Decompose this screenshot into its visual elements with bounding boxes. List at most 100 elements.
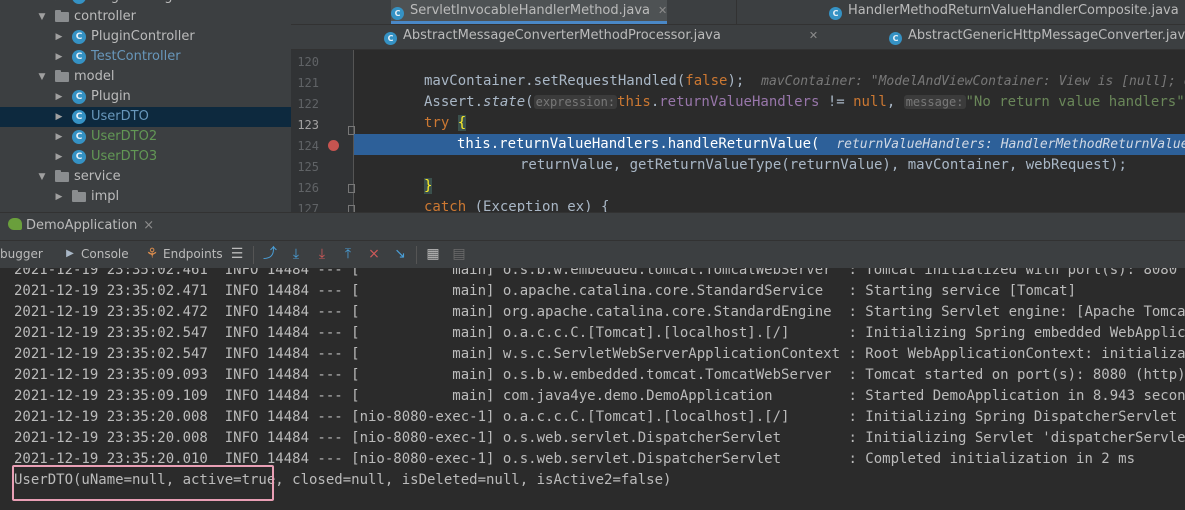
console-log-line: 2021-12-19 23:35:02.472 INFO 14484 --- [… bbox=[14, 304, 1185, 320]
class-icon: C bbox=[384, 32, 397, 45]
code-line-121[interactable]: mavContainer.setRequestHandled(false); m… bbox=[354, 71, 1185, 92]
tree-item-label: service bbox=[74, 169, 121, 184]
line-gutter: 120 121 122 123 124 125 126 127 bbox=[291, 50, 355, 212]
code-line-127[interactable]: catch (Exception ex) { bbox=[354, 197, 1185, 212]
editor-tab-row-2: C AbstractMessageConverterMethodProcessor… bbox=[291, 25, 1185, 50]
tree-item-label: Plugin bbox=[91, 89, 131, 104]
highlight-annotation-box bbox=[12, 465, 274, 501]
collapse-arrow-icon[interactable]: ▶ bbox=[54, 187, 64, 207]
folder-icon bbox=[72, 190, 86, 202]
code-line-124-execution-point[interactable]: this.returnValueHandlers.handleReturnVal… bbox=[354, 134, 1185, 155]
collapse-arrow-icon[interactable]: ▶ bbox=[54, 27, 64, 47]
collapse-arrow-icon[interactable]: ▶ bbox=[54, 107, 64, 127]
collapse-arrow-icon[interactable]: ▶ bbox=[54, 147, 64, 167]
spring-boot-icon bbox=[8, 218, 22, 230]
tree-item-label: PluginConfig bbox=[91, 0, 173, 7]
class-icon: C bbox=[72, 150, 86, 164]
tree-item-model[interactable]: ▼ model bbox=[0, 67, 291, 87]
tree-item-label: UserDTO3 bbox=[91, 149, 158, 164]
trace-icon[interactable]: ▤ bbox=[451, 246, 467, 262]
debug-toolbar: bugger ▶ Console ⚘ Endpoints ☰ ⤴ ⤓ ⤓ ⤒ ⨯… bbox=[0, 240, 1185, 270]
collapse-arrow-icon[interactable]: ▶ bbox=[54, 0, 64, 7]
console-log-line: 2021-12-19 23:35:20.008 INFO 14484 --- [… bbox=[14, 409, 1178, 425]
code-line-125[interactable]: returnValue, getReturnValueType(returnVa… bbox=[354, 155, 1185, 176]
console-tab[interactable]: Console bbox=[81, 247, 129, 261]
tree-item-label: controller bbox=[74, 9, 137, 24]
tree-item-userdto[interactable]: ▶ C UserDTO bbox=[0, 107, 291, 127]
tree-item-label: PluginController bbox=[91, 29, 195, 44]
tree-item-userdto3[interactable]: ▶ C UserDTO3 bbox=[0, 147, 291, 167]
console-log-line: 2021-12-19 23:35:02.547 INFO 14484 --- [… bbox=[14, 346, 1185, 362]
class-icon: C bbox=[889, 32, 902, 45]
folder-icon bbox=[55, 170, 69, 182]
endpoints-tab[interactable]: Endpoints bbox=[163, 247, 223, 261]
line-number: 124 bbox=[297, 139, 319, 153]
code-line-126[interactable]: } bbox=[354, 176, 1185, 197]
console-log-line: 2021-12-19 23:35:09.109 INFO 14484 --- [… bbox=[14, 388, 1185, 404]
evaluate-expression-icon[interactable]: ▦ bbox=[425, 246, 441, 262]
code-line-123[interactable]: try { bbox=[354, 113, 1185, 134]
expand-arrow-icon[interactable]: ▼ bbox=[37, 67, 47, 87]
tree-item-label: UserDTO2 bbox=[91, 129, 158, 144]
tab-abstract-message-converter-method-processor[interactable]: C AbstractMessageConverterMethodProcessor… bbox=[384, 25, 818, 49]
code-line-122[interactable]: Assert.state(expression: this.returnValue… bbox=[354, 92, 1185, 113]
breakpoint-icon[interactable] bbox=[328, 140, 339, 151]
console-log-line: 2021-12-19 23:35:02.471 INFO 14484 --- [… bbox=[14, 283, 1077, 299]
run-tool-window-header: DemoApplication × bbox=[0, 212, 1185, 241]
class-icon: C bbox=[72, 110, 86, 124]
debug-inline-value: mavContainer: "ModelAndViewContainer: Vi… bbox=[761, 74, 1185, 89]
collapse-arrow-icon[interactable]: ▶ bbox=[54, 127, 64, 147]
run-tab-demo-application[interactable]: DemoApplication × bbox=[8, 218, 154, 233]
close-run-tab-icon[interactable]: × bbox=[143, 218, 154, 233]
class-icon: C bbox=[72, 0, 86, 4]
console-log-line: 2021-12-19 23:35:09.093 INFO 14484 --- [… bbox=[14, 367, 1185, 383]
close-tab-icon[interactable]: ✕ bbox=[658, 4, 667, 17]
editor-tab-row-1: C ServletInvocableHandlerMethod.java ✕ C Ha… bbox=[291, 0, 1185, 25]
tree-item-testcontroller[interactable]: ▶ C TestController bbox=[0, 47, 291, 67]
layout-menu-icon[interactable]: ☰ bbox=[229, 246, 245, 262]
tree-item-label: TestController bbox=[91, 49, 181, 64]
expand-arrow-icon[interactable]: ▼ bbox=[37, 7, 47, 27]
tree-item-controller[interactable]: ▼ controller bbox=[0, 7, 291, 27]
class-icon: C bbox=[72, 30, 86, 44]
tab-servlet-invocable-handler-method[interactable]: C ServletInvocableHandlerMethod.java ✕ bbox=[391, 0, 668, 24]
collapse-arrow-icon[interactable]: ▶ bbox=[54, 87, 64, 107]
debugger-tab[interactable]: bugger bbox=[0, 247, 43, 261]
line-number: 121 bbox=[297, 76, 319, 90]
param-hint: message: bbox=[903, 95, 966, 109]
drop-frame-icon[interactable]: ⨯ bbox=[366, 246, 382, 262]
line-number: 127 bbox=[297, 202, 319, 212]
param-hint: expression: bbox=[533, 95, 618, 109]
tree-item-userdto2[interactable]: ▶ C UserDTO2 bbox=[0, 127, 291, 147]
console-icon: ▶ bbox=[66, 248, 74, 259]
tree-item-impl[interactable]: ▶ impl bbox=[0, 187, 291, 207]
tree-item-plugincontroller[interactable]: ▶ C PluginController bbox=[0, 27, 291, 47]
folder-icon bbox=[55, 10, 69, 22]
force-step-into-icon[interactable]: ⤓ bbox=[314, 246, 330, 262]
tab-handler-method-return-value-handler-composite[interactable]: C HandlerMethodReturnValueHandlerComposit… bbox=[829, 0, 1179, 24]
endpoints-icon: ⚘ bbox=[145, 246, 159, 262]
class-icon: C bbox=[829, 7, 842, 20]
run-to-cursor-icon[interactable]: ↘ bbox=[392, 246, 408, 262]
step-out-icon[interactable]: ⤒ bbox=[340, 246, 356, 262]
console-log-line: 2021-12-19 23:35:02.547 INFO 14484 --- [… bbox=[14, 325, 1185, 341]
console-log-line: 2021-12-19 23:35:02.461 INFO 14484 --- [… bbox=[14, 268, 1185, 278]
tree-item-plugin[interactable]: ▶ C Plugin bbox=[0, 87, 291, 107]
tree-item-pluginconfig[interactable]: ▶ C PluginConfig bbox=[0, 0, 291, 7]
tree-item-service[interactable]: ▼ service bbox=[0, 167, 291, 187]
folder-icon bbox=[55, 70, 69, 82]
tab-abstract-generic-http-message-converter[interactable]: C AbstractGenericHttpMessageConverter.jav… bbox=[889, 25, 1185, 49]
close-tab-icon[interactable]: ✕ bbox=[809, 29, 818, 42]
line-number: 125 bbox=[297, 160, 319, 174]
class-icon: C bbox=[72, 90, 86, 104]
class-icon: C bbox=[72, 50, 86, 64]
step-over-icon[interactable]: ⤓ bbox=[288, 246, 304, 262]
collapse-arrow-icon[interactable]: ▶ bbox=[54, 47, 64, 67]
line-number: 122 bbox=[297, 97, 319, 111]
show-execution-point-icon[interactable]: ⤴ bbox=[262, 246, 278, 262]
class-icon: C bbox=[391, 7, 404, 20]
expand-arrow-icon[interactable]: ▼ bbox=[37, 167, 47, 187]
tree-item-label: UserDTO bbox=[91, 109, 149, 124]
line-number: 120 bbox=[297, 55, 319, 69]
line-number: 123 bbox=[297, 118, 319, 132]
